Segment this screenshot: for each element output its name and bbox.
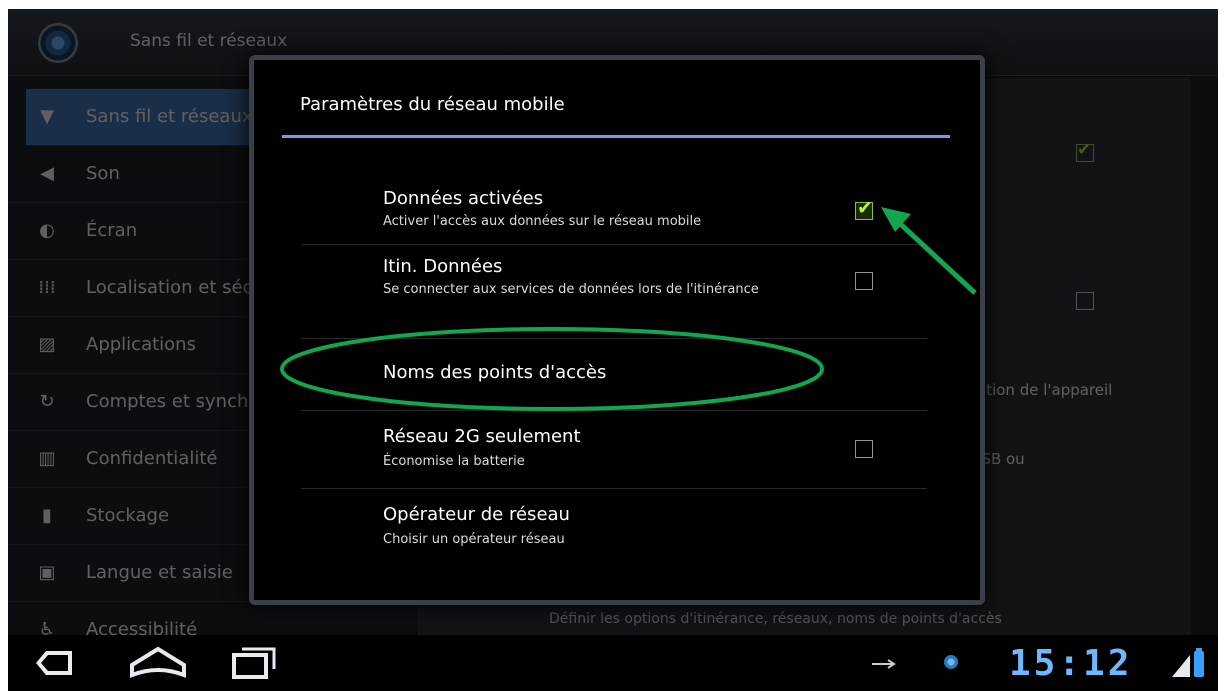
dialog-title-divider xyxy=(282,135,950,138)
sidebar-item-label: Stockage xyxy=(86,505,170,526)
sidebar-item-sound[interactable]: ◀ Son xyxy=(8,146,260,203)
row-title: Données activées xyxy=(383,188,544,209)
background-checkbox-checked[interactable] xyxy=(1076,140,1094,162)
settings-sidebar: ▼ Sans fil et réseaux ◀ Son ◐ Écran ⁞⁞⁞ … xyxy=(8,89,294,659)
privacy-icon: ▥ xyxy=(38,448,56,469)
row-title: Réseau 2G seulement xyxy=(383,426,581,447)
sync-icon: ↻ xyxy=(39,391,55,412)
signal-icon xyxy=(1172,655,1190,677)
sidebar-item-storage[interactable]: ▮ Stockage xyxy=(8,488,260,545)
sidebar-item-label: Sans fil et réseaux xyxy=(86,106,253,127)
recent-apps-icon[interactable] xyxy=(228,635,278,691)
wifi-icon: ▼ xyxy=(40,106,54,127)
sidebar-item-privacy[interactable]: ▥ Confidentialité xyxy=(8,431,260,488)
notification-icon xyxy=(944,655,958,669)
storage-icon: ▮ xyxy=(42,505,52,526)
sidebar-item-accounts[interactable]: ↻ Comptes et synchro xyxy=(8,374,266,431)
speaker-icon: ◀ xyxy=(40,163,54,184)
sidebar-item-label: Applications xyxy=(86,334,196,355)
row-title: Noms des points d'accès xyxy=(383,362,607,383)
clock[interactable]: 15:12 xyxy=(1009,643,1132,684)
row-subtitle: Choisir un opérateur réseau xyxy=(383,532,565,547)
2g-only-row[interactable]: Réseau 2G seulement Économise la batteri… xyxy=(301,410,927,489)
battery-icon xyxy=(1194,648,1204,677)
applications-icon: ▨ xyxy=(38,334,56,355)
system-bar: 15:12 xyxy=(8,635,1218,691)
usb-icon xyxy=(872,659,896,669)
access-point-names-row[interactable]: Noms des points d'accès xyxy=(301,338,927,411)
background-checkbox[interactable] xyxy=(1076,292,1094,310)
location-grid-icon: ⁞⁞⁞ xyxy=(38,277,56,298)
mobile-networks-description: Définir les options d'itinérance, réseau… xyxy=(549,611,1002,627)
data-enabled-row[interactable]: Données activées Activer l'accès aux don… xyxy=(301,178,927,245)
network-operator-row[interactable]: Opérateur de réseau Choisir un opérateur… xyxy=(301,488,927,574)
sidebar-item-language[interactable]: ▣ Langue et saisie xyxy=(8,545,260,602)
row-subtitle: Économise la batterie xyxy=(383,454,525,469)
row-subtitle: Activer l'accès aux données sur le résea… xyxy=(383,214,702,229)
2g-only-checkbox[interactable] xyxy=(855,440,873,458)
settings-logo-icon xyxy=(38,23,78,63)
data-roaming-row[interactable]: Itin. Données Se connecter aux services … xyxy=(301,244,927,339)
sidebar-item-label: Confidentialité xyxy=(86,448,218,469)
sidebar-item-label: Comptes et synchro xyxy=(86,391,267,412)
sidebar-item-label: Son xyxy=(86,163,120,184)
sidebar-item-wireless[interactable]: ▼ Sans fil et réseaux xyxy=(26,89,260,146)
sidebar-item-applications[interactable]: ▨ Applications xyxy=(8,317,260,374)
sidebar-item-label: Écran xyxy=(86,220,138,241)
home-icon[interactable] xyxy=(126,635,190,691)
row-title: Opérateur de réseau xyxy=(383,504,570,525)
brightness-icon: ◐ xyxy=(39,220,55,241)
row-subtitle: Se connecter aux services de données lor… xyxy=(383,282,759,297)
row-title: Itin. Données xyxy=(383,256,503,277)
back-icon[interactable] xyxy=(28,635,84,691)
data-roaming-checkbox[interactable] xyxy=(855,272,873,290)
mobile-network-settings-dialog: Paramètres du réseau mobile Données acti… xyxy=(249,55,985,605)
language-icon: ▣ xyxy=(38,562,56,583)
dialog-title: Paramètres du réseau mobile xyxy=(300,94,565,115)
app-title: Sans fil et réseaux xyxy=(130,31,288,51)
sidebar-item-location[interactable]: ⁞⁞⁞ Localisation et sécurité xyxy=(8,260,294,317)
background-text-fragment: ation de l'appareil xyxy=(977,381,1113,399)
sidebar-item-label: Langue et saisie xyxy=(86,562,233,583)
sidebar-item-screen[interactable]: ◐ Écran xyxy=(8,203,260,260)
tablet-screen: Sans fil et réseaux ▼ Sans fil et réseau… xyxy=(8,9,1218,691)
data-enabled-checkbox[interactable] xyxy=(855,197,873,220)
